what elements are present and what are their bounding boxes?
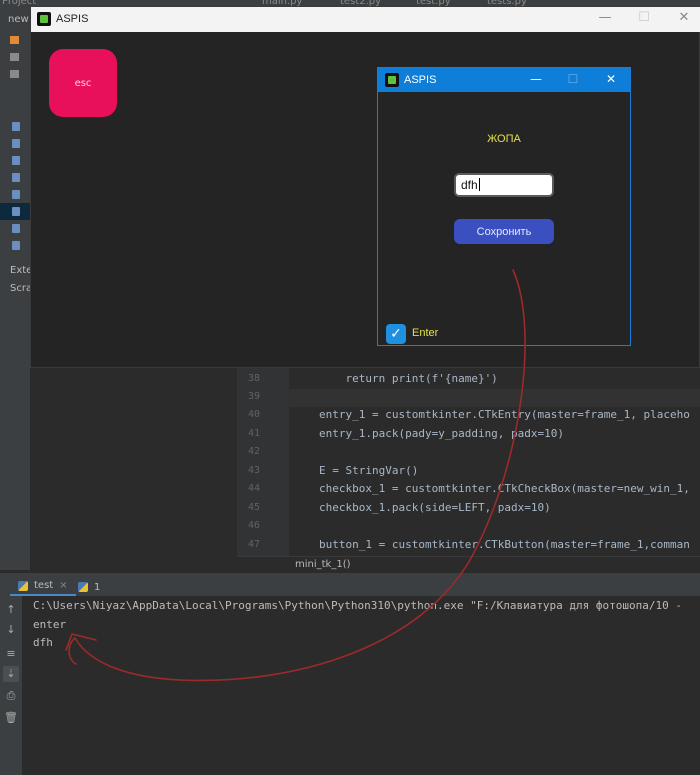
breadcrumb: mini_tk_1() <box>237 556 700 572</box>
project-file[interactable] <box>0 169 30 186</box>
line-number: 43 <box>247 465 260 476</box>
main-window-title: ASPIS <box>56 13 89 25</box>
arrow-up-icon[interactable]: ↑ <box>3 602 19 618</box>
folder-icon <box>10 53 19 61</box>
line-number: 44 <box>247 483 260 494</box>
esc-button[interactable]: esc <box>49 49 117 117</box>
project-item[interactable]: new <box>0 14 30 31</box>
run-tab-label: test <box>34 580 54 591</box>
code-line[interactable]: entry_1 = customtkinter.CTkEntry(master=… <box>319 408 690 421</box>
line-number: 41 <box>247 428 260 439</box>
line-number: 45 <box>247 502 260 513</box>
minimize-icon[interactable]: — <box>526 72 546 86</box>
project-file[interactable] <box>0 220 30 237</box>
soft-wrap-icon[interactable]: ≡ <box>3 646 19 662</box>
text-entry[interactable]: dfh <box>454 173 554 197</box>
print-icon[interactable]: ⎙ <box>3 688 19 704</box>
python-file-icon <box>12 207 20 216</box>
project-file-selected[interactable] <box>0 203 30 220</box>
dialog-title: ASPIS <box>404 74 437 86</box>
folder-icon <box>10 70 19 78</box>
python-file-icon <box>12 173 20 182</box>
project-file[interactable] <box>0 152 30 169</box>
scroll-to-end-icon[interactable]: ⇣ <box>3 666 19 682</box>
run-tab-test[interactable]: test × <box>10 577 76 597</box>
external-libraries[interactable]: Exte <box>0 265 30 282</box>
python-file-icon <box>12 122 20 131</box>
line-number: 42 <box>247 446 260 457</box>
run-toolbar: ↑ ↓ ≡ ⇣ ⎙ 🗑 <box>0 596 22 775</box>
project-panel: new Exte Scra <box>0 8 30 570</box>
python-file-icon <box>12 241 20 250</box>
project-folder[interactable] <box>0 66 30 83</box>
line-number: 47 <box>247 539 260 550</box>
enter-checkbox[interactable]: ✓ <box>386 324 406 344</box>
run-console[interactable] <box>22 596 700 775</box>
checkbox-label: Enter <box>412 327 439 339</box>
project-file[interactable] <box>0 186 30 203</box>
close-icon[interactable]: ✕ <box>674 10 694 25</box>
code-line[interactable]: return print(f'{name}') <box>319 372 497 385</box>
close-icon[interactable]: × <box>59 580 67 591</box>
save-button[interactable]: Сохронить <box>454 219 554 244</box>
code-line[interactable]: entry_1.pack(pady=y_padding, padx=10) <box>319 427 564 440</box>
run-tab-1[interactable]: 1 <box>78 577 100 597</box>
line-number: 46 <box>247 520 260 531</box>
maximize-icon[interactable]: ☐ <box>563 72 583 86</box>
project-file[interactable] <box>0 135 30 152</box>
console-line-output: dfh <box>33 636 53 649</box>
run-tab-label: 1 <box>94 581 101 593</box>
maximize-icon[interactable]: ☐ <box>634 10 654 25</box>
line-number: 39 <box>247 391 260 402</box>
project-folder[interactable] <box>0 49 30 66</box>
line-number: 40 <box>247 409 260 420</box>
line-number: 38 <box>247 373 260 384</box>
main-window-titlebar[interactable]: ASPIS — ☐ ✕ <box>31 7 700 32</box>
dialog-titlebar[interactable]: ASPIS — ☐ ✕ <box>378 68 630 92</box>
scratches[interactable]: Scra <box>0 283 30 300</box>
code-line[interactable]: button_1 = customtkinter.CTkButton(maste… <box>319 538 690 551</box>
close-icon[interactable]: ✕ <box>601 72 621 86</box>
aspis-dialog: ASPIS — ☐ ✕ ЖОПА dfh Сохронить ✓ Enter <box>377 67 631 346</box>
run-tab-bar: test × 1 <box>0 572 700 597</box>
python-file-icon <box>18 580 28 591</box>
arrow-down-icon[interactable]: ↓ <box>3 622 19 638</box>
folder-icon <box>10 36 19 44</box>
aspis-logo-icon <box>37 12 51 26</box>
console-line-command: C:\Users\Niyaz\AppData\Local\Programs\Py… <box>33 599 689 612</box>
project-file[interactable] <box>0 118 30 135</box>
console-line-output: enter <box>33 618 67 631</box>
python-file-icon <box>12 139 20 148</box>
trash-icon[interactable]: 🗑 <box>3 710 19 726</box>
checkmark-icon: ✓ <box>390 326 402 342</box>
project-file[interactable] <box>0 237 30 254</box>
text-caret <box>478 178 480 191</box>
code-line[interactable]: checkbox_1 = customtkinter.CTkCheckBox(m… <box>319 482 690 495</box>
breadcrumb-function[interactable]: mini_tk_1() <box>295 559 351 570</box>
minimize-icon[interactable]: — <box>595 10 615 25</box>
aspis-logo-icon <box>385 73 399 87</box>
python-file-icon <box>12 190 20 199</box>
code-line[interactable]: E = StringVar() <box>319 464 418 477</box>
python-file-icon <box>78 582 88 592</box>
python-file-icon <box>12 224 20 233</box>
project-folder[interactable] <box>0 32 30 49</box>
python-file-icon <box>12 156 20 165</box>
dialog-label: ЖОПА <box>487 133 521 145</box>
code-line[interactable]: checkbox_1.pack(side=LEFT, padx=10) <box>319 501 551 514</box>
caret-row-highlight <box>289 389 700 407</box>
